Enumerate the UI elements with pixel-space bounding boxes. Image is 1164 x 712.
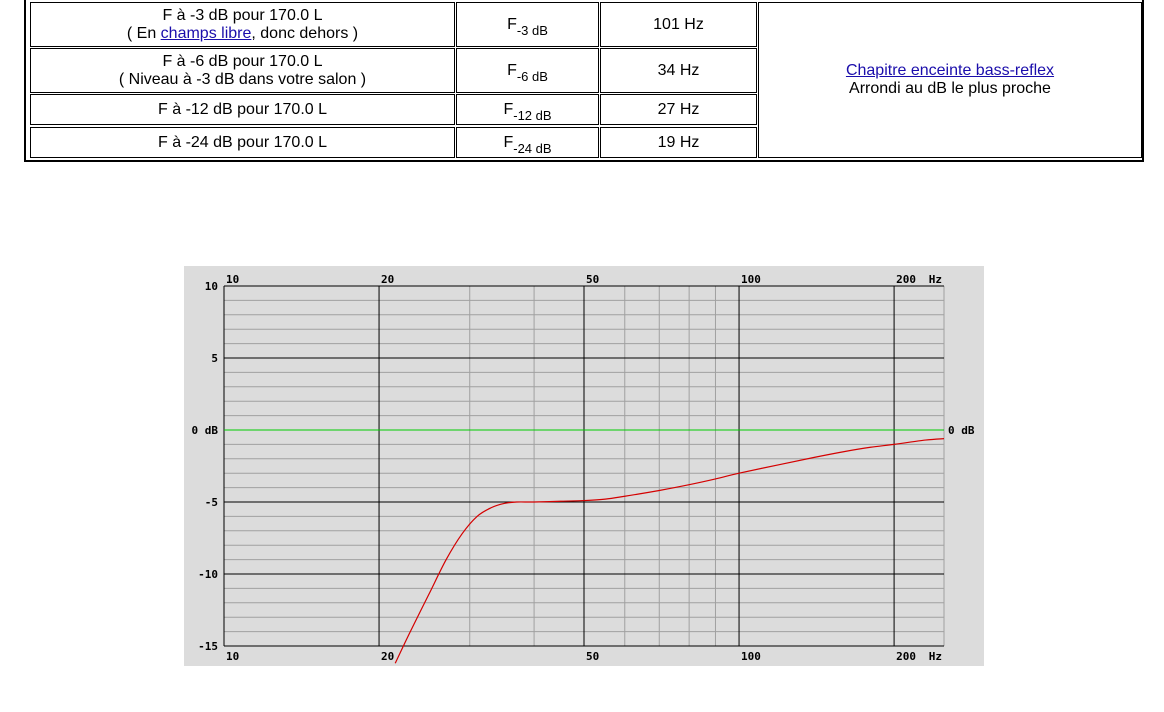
row-f6-note: ( Niveau à -3 dB dans votre salon ) xyxy=(118,70,367,88)
row-f6-description: F à -6 dB pour 170.0 L ( Niveau à -3 dB … xyxy=(30,48,455,93)
row-f3-symbol: F -3 dB xyxy=(456,2,599,47)
x-tick-label-top: 10 xyxy=(226,273,239,286)
row-f12-title: F à -12 dB pour 170.0 L xyxy=(158,100,327,118)
row-f6-symbol: F -6 dB xyxy=(456,48,599,93)
rounding-note: Arrondi au dB le plus proche xyxy=(849,80,1051,97)
x-tick-label-top: 100 xyxy=(741,273,761,286)
bass-reflex-chapter-link[interactable]: Chapitre enceinte bass-reflex xyxy=(846,62,1054,80)
x-tick-label-bottom: 100 xyxy=(741,650,761,663)
row-f3-note: ( En champs libre, donc dehors ) xyxy=(126,24,359,42)
x-tick-label-bottom: 20 xyxy=(381,650,394,663)
x-tick-label-bottom: 200 xyxy=(896,650,916,663)
row-f12-value: 27 Hz xyxy=(600,94,757,125)
x-tick-label-top: 20 xyxy=(381,273,394,286)
side-note-cell: Chapitre enceinte bass-reflex Arrondi au… xyxy=(758,2,1142,158)
row-f24-description: F à -24 dB pour 170.0 L xyxy=(30,127,455,158)
row-f24-symbol: F -24 dB xyxy=(456,127,599,158)
row-f12-description: F à -12 dB pour 170.0 L xyxy=(30,94,455,125)
row-f3-value: 101 Hz xyxy=(600,2,757,47)
row-f24-value: 19 Hz xyxy=(600,127,757,158)
y-tick-label: -15 xyxy=(198,640,218,653)
x-tick-label-top: 50 xyxy=(586,273,599,286)
y-tick-label: -10 xyxy=(198,568,218,581)
x-unit-label-bottom: Hz xyxy=(929,650,942,663)
row-f3-description: F à -3 dB pour 170.0 L ( En champs libre… xyxy=(30,2,455,47)
response-curve-0 xyxy=(394,438,944,664)
results-table: F à -3 dB pour 170.0 L ( En champs libre… xyxy=(24,0,1144,162)
y-tick-label: 0 dB xyxy=(192,424,219,437)
right-zero-db-label: 0 dB xyxy=(948,424,975,437)
y-tick-label: -5 xyxy=(205,496,218,509)
chart-svg: 10 10 20 20 50 50 100 100 200 200 Hz Hz 10 5 0 dB -5 -10… xyxy=(192,273,975,664)
x-tick-label-bottom: 50 xyxy=(586,650,599,663)
row-f12-symbol: F -12 dB xyxy=(456,94,599,125)
row-f3-title: F à -3 dB pour 170.0 L xyxy=(162,6,323,24)
row-f24-title: F à -24 dB pour 170.0 L xyxy=(158,133,327,151)
row-f6-value: 34 Hz xyxy=(600,48,757,93)
frequency-response-chart: 10 10 20 20 50 50 100 100 200 200 Hz Hz 10 5 0 dB -5 -10… xyxy=(184,266,984,666)
x-tick-label-bottom: 10 xyxy=(226,650,239,663)
y-tick-label: 10 xyxy=(205,280,218,293)
y-tick-label: 5 xyxy=(211,352,218,365)
champs-libre-link[interactable]: champs libre xyxy=(161,25,252,42)
x-tick-label-top: 200 xyxy=(896,273,916,286)
x-unit-label-top: Hz xyxy=(929,273,942,286)
row-f6-title: F à -6 dB pour 170.0 L xyxy=(162,52,323,70)
